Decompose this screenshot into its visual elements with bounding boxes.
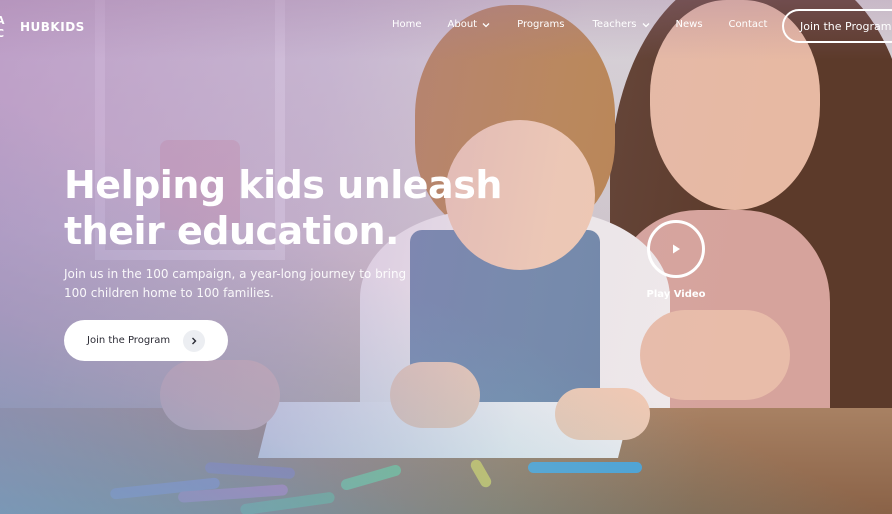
nav-item-teachers[interactable]: Teachers <box>593 19 651 30</box>
nav-item-news[interactable]: News <box>676 19 703 30</box>
join-program-hero-label: Join the Program <box>87 335 171 346</box>
logo-mark-icon: A C <box>0 13 12 41</box>
logo-mark-letter: C <box>0 27 5 40</box>
hero-title-line: Helping kids unleash <box>64 163 502 207</box>
hero-title: Helping kids unleash their education. <box>64 162 524 254</box>
logo-mark-letter: A <box>0 14 5 27</box>
nav-item-contact[interactable]: Contact <box>729 19 768 30</box>
main-nav: Home About Programs Teachers News Contac… <box>392 19 767 30</box>
hero-subtitle-line: Join us in the 100 campaign, a year-long… <box>64 267 407 281</box>
nav-item-label: Home <box>392 19 422 30</box>
nav-item-label: Teachers <box>592 19 637 30</box>
hero-subtitle-line: 100 children home to 100 families. <box>64 286 274 300</box>
join-program-header-label: Join the Program <box>800 19 892 33</box>
nav-item-label: About <box>447 19 478 30</box>
nav-item-programs[interactable]: Programs <box>517 19 564 30</box>
play-video-label[interactable]: Play Video <box>636 289 716 300</box>
brand-logo[interactable]: A C HUBKIDS <box>0 13 85 41</box>
nav-item-label: Contact <box>728 19 768 30</box>
play-icon <box>673 244 680 254</box>
chevron-down-icon <box>482 22 490 27</box>
chevron-down-icon <box>642 22 649 27</box>
join-program-hero-button[interactable]: Join the Program <box>64 320 228 361</box>
hero-background-image <box>0 0 892 514</box>
nav-item-home[interactable]: Home <box>392 19 422 30</box>
nav-item-label: Programs <box>517 19 565 30</box>
chevron-right-icon <box>183 330 205 352</box>
nav-item-label: News <box>675 19 703 30</box>
hero-subtitle: Join us in the 100 campaign, a year-long… <box>64 265 434 303</box>
gradient-overlay <box>0 0 892 514</box>
join-program-header-button[interactable]: Join the Program <box>782 9 892 43</box>
play-video-button[interactable] <box>647 220 705 278</box>
site-header: A C HUBKIDS Home About Programs Teachers… <box>0 0 892 54</box>
hero-title-line: their education. <box>64 209 399 253</box>
nav-item-about[interactable]: About <box>448 19 492 30</box>
brand-name: HUBKIDS <box>20 20 85 34</box>
